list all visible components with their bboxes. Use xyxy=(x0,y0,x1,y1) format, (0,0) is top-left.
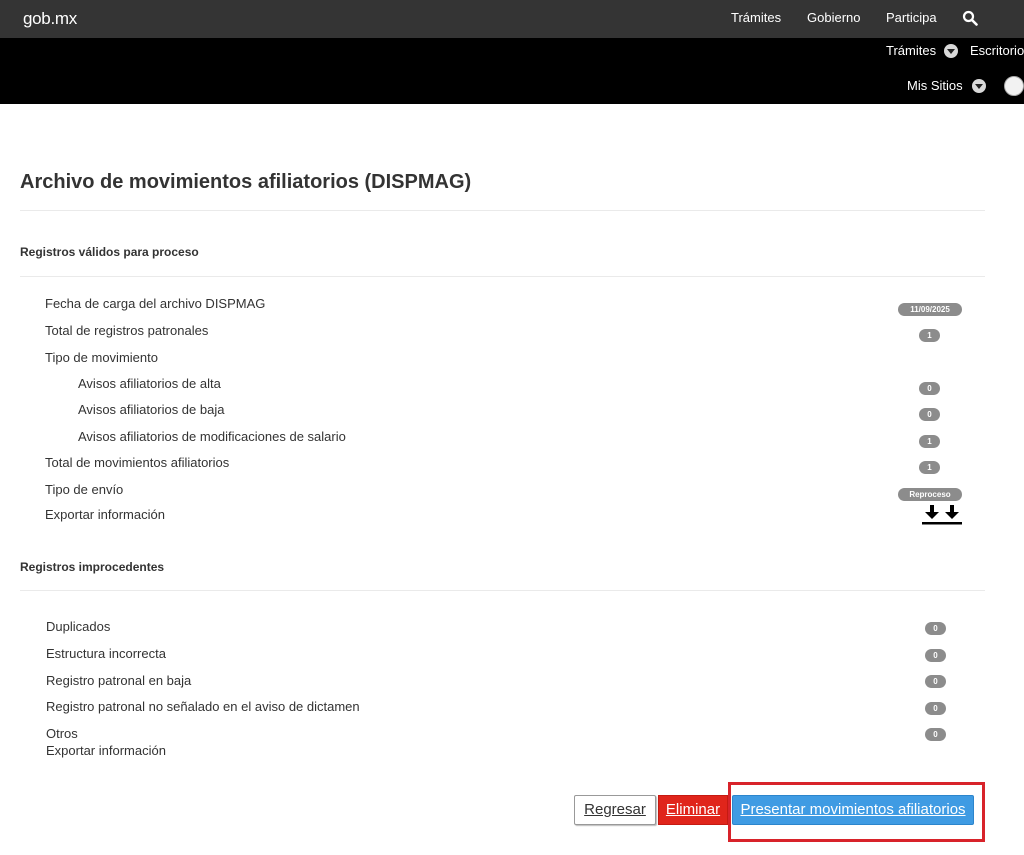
chevron-down-icon[interactable] xyxy=(944,44,958,58)
label-registro-no-senalado: Registro patronal no señalado en el avis… xyxy=(46,699,360,714)
label-avisos-modificaciones-salario: Avisos afiliatorios de modificaciones de… xyxy=(78,429,346,444)
status-badge: 0 xyxy=(925,649,946,662)
divider xyxy=(20,210,985,211)
label-tipo-movimiento: Tipo de movimiento xyxy=(45,350,158,365)
back-button[interactable]: Regresar xyxy=(574,795,656,825)
top-navbar: gob.mx Trámites Gobierno Participa xyxy=(0,0,1024,38)
nav-gobierno[interactable]: Gobierno xyxy=(807,10,860,25)
label-registro-patronal-baja: Registro patronal en baja xyxy=(46,673,192,688)
secondary-navbar xyxy=(0,38,1024,104)
label-avisos-baja: Avisos afiliatorios de baja xyxy=(78,402,225,417)
subnav-escritorio[interactable]: Escritorio xyxy=(970,43,1024,58)
label-estructura-incorrecta: Estructura incorrecta xyxy=(46,646,166,661)
label-exportar-informacion-improcedentes[interactable]: Exportar información xyxy=(46,743,166,758)
label-tipo-envio: Tipo de envío xyxy=(45,482,124,497)
status-badge: Reproceso xyxy=(898,488,962,501)
label-duplicados: Duplicados xyxy=(46,619,111,634)
status-badge: 1 xyxy=(919,329,940,342)
status-badge: 0 xyxy=(919,382,940,395)
chevron-down-icon[interactable] xyxy=(972,79,986,93)
label-exportar-informacion: Exportar información xyxy=(45,507,165,522)
subnav-mis-sitios[interactable]: Mis Sitios xyxy=(907,78,963,93)
status-badge: 0 xyxy=(919,408,940,421)
nav-tramites[interactable]: Trámites xyxy=(731,10,781,25)
label-fecha-carga: Fecha de carga del archivo DISPMAG xyxy=(45,296,266,311)
status-badge: 1 xyxy=(919,435,940,448)
download-icon[interactable] xyxy=(922,504,962,526)
delete-button[interactable]: Eliminar xyxy=(658,795,728,825)
search-icon[interactable] xyxy=(962,10,978,26)
section-title-valid: Registros válidos para proceso xyxy=(20,245,199,259)
status-badge: 0 xyxy=(925,728,946,741)
status-badge: 0 xyxy=(925,702,946,715)
status-badge: 0 xyxy=(925,675,946,688)
subnav-tramites[interactable]: Trámites xyxy=(886,43,936,58)
label-avisos-alta: Avisos afiliatorios de alta xyxy=(78,376,221,391)
avatar[interactable] xyxy=(1004,76,1024,96)
label-total-registros-patronales: Total de registros patronales xyxy=(45,323,209,338)
divider xyxy=(20,590,985,591)
divider xyxy=(20,276,985,277)
nav-participa[interactable]: Participa xyxy=(886,10,937,25)
page-title: Archivo de movimientos afiliatorios (DIS… xyxy=(20,171,472,193)
section-title-invalid: Registros improcedentes xyxy=(20,560,165,574)
gobmx-logo[interactable]: gob.mx xyxy=(23,9,77,29)
submit-movements-button[interactable]: Presentar movimientos afiliatorios xyxy=(732,795,974,825)
label-otros: Otros xyxy=(46,726,78,741)
status-badge: 11/09/2025 xyxy=(898,303,962,316)
label-total-movimientos: Total de movimientos afiliatorios xyxy=(45,455,230,470)
status-badge: 1 xyxy=(919,461,940,474)
status-badge: 0 xyxy=(925,622,946,635)
